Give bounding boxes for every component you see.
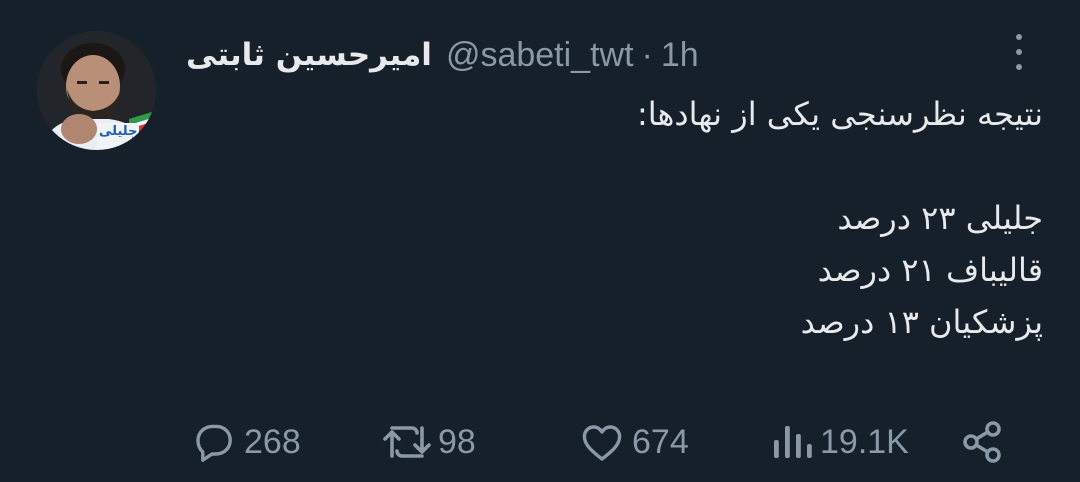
like-count: 674 [632,422,689,461]
views-icon [774,426,812,458]
tweet-header: امیرحسین ثابتی @sabeti_twt · 1h [186,30,699,80]
reply-button[interactable]: 268 [190,412,301,472]
like-button[interactable]: 674 [578,412,689,472]
heart-icon [582,425,622,461]
tweet-timestamp[interactable]: 1h [661,36,699,75]
author-handle[interactable]: @sabeti_twt [446,36,634,75]
tweet-text-line: قالیباف ۲۱ درصد [817,251,1043,289]
author-display-name[interactable]: امیرحسین ثابتی [186,37,432,73]
avatar-photo [37,31,156,150]
retweet-count: 98 [438,422,476,461]
tweet-text-line: نتیجه نظرسنجی یکی از نهادها: [637,95,1043,133]
views-count: 19.1K [820,422,909,461]
tweet-text-line [243,140,1043,192]
tweet-text-line: جلیلی ۲۳ درصد [837,199,1043,237]
share-icon [963,421,1001,463]
tweet[interactable]: جلیلی امیرحسین ثابتی @sabeti_twt · 1h نت… [0,0,1080,482]
avatar[interactable]: جلیلی [37,31,156,150]
tweet-text: نتیجه نظرسنجی یکی از نهادها: جلیلی ۲۳ در… [243,88,1043,348]
retweet-button[interactable]: 98 [380,412,476,472]
tweet-text-line: پزشکیان ۱۳ درصد [800,303,1043,341]
share-button[interactable] [958,412,1006,472]
reply-icon [196,424,232,462]
reply-count: 268 [244,422,301,461]
action-bar: 268 98 674 19.1K [0,412,1080,472]
retweet-icon [383,426,431,458]
avatar-badge-text: جلیلی [99,124,138,139]
more-icon[interactable] [1009,34,1029,70]
header-separator: · [641,35,653,74]
views-button[interactable]: 19.1K [770,412,909,472]
